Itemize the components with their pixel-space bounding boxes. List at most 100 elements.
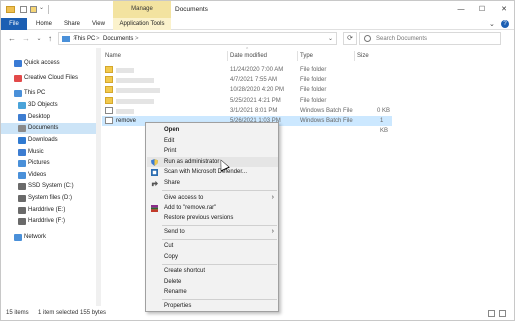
maximize-button[interactable]: ☐ [474,1,490,18]
menu-item-send-to[interactable]: Send to › [147,227,278,237]
sidebar-item-quick-access[interactable]: Quick access [1,58,96,69]
menu-item-label: Delete [164,279,182,285]
sidebar-item-drive-d[interactable]: System files (D:) [1,193,96,204]
menu-item-run-as-administrator[interactable]: Run as administrator [147,157,278,167]
redacted-name [116,88,160,93]
breadcrumb-separator[interactable]: > [96,33,100,45]
column-header-name[interactable]: Name [105,51,121,61]
sidebar-item-drive-f[interactable]: Harddrive (F:) [1,216,96,227]
table-row[interactable]: 11/24/2020 7:00 AM File folder [102,65,392,75]
breadcrumb-separator-end[interactable]: > [135,33,139,45]
quick-access-dropdown-icon[interactable]: ⌄ [39,4,44,11]
table-row[interactable]: 3/1/2021 8:01 PM Windows Batch File 0 KB [102,106,392,116]
cube-icon [18,102,26,109]
menu-item-label: Print [164,148,177,154]
table-row[interactable]: 10/28/2020 4:20 PM File folder [102,85,392,95]
sidebar-item-desktop[interactable]: Desktop [1,112,96,123]
ribbon-tabs: File Home Share View Application Tools ⌄… [1,18,514,30]
forward-button[interactable]: → [21,34,31,44]
sidebar-item-3d-objects[interactable]: 3D Objects [1,100,96,111]
breadcrumb-this-pc[interactable]: This PC [74,33,95,45]
menu-item-scan-defender[interactable]: Scan with Microsoft Defender... [147,167,278,177]
menu-item-give-access[interactable]: Give access to › [147,193,278,203]
details-view-icon[interactable] [488,310,495,317]
large-icons-view-icon[interactable] [499,310,506,317]
close-button[interactable]: ✕ [496,1,512,18]
menu-item-properties[interactable]: Properties [147,301,278,311]
video-icon [18,172,26,179]
column-header-size[interactable]: Size [357,51,369,61]
search-input[interactable]: Search Documents [359,32,501,45]
table-row[interactable]: 4/7/2021 7:55 AM File folder [102,75,392,85]
tab-view[interactable]: View [92,18,105,30]
batch-file-icon [105,117,113,124]
column-header-date[interactable]: Date modified [230,51,267,61]
item-count: 15 items [6,310,29,316]
search-icon [364,35,371,42]
sidebar-item-drive-e[interactable]: Harddrive (E:) [1,205,96,216]
sidebar-item-pictures[interactable]: Pictures [1,158,96,169]
desktop-icon [18,114,26,121]
menu-item-create-shortcut[interactable]: Create shortcut [147,266,278,276]
menu-item-rename[interactable]: Rename [147,287,278,297]
menu-item-label: Edit [164,138,175,144]
sidebar-item-label: This PC [24,90,46,96]
menu-item-restore-versions[interactable]: Restore previous versions [147,213,278,223]
menu-item-edit[interactable]: Edit [147,136,278,146]
tab-file[interactable]: File [1,18,27,30]
sidebar-scrollbar[interactable] [96,48,101,306]
column-header-type[interactable]: Type [300,51,313,61]
recent-locations-button[interactable]: ⌄ [34,34,44,44]
sidebar-item-documents[interactable]: Documents [1,123,96,134]
tab-home[interactable]: Home [36,18,52,30]
menu-item-cut[interactable]: Cut [147,241,278,251]
sidebar-item-label: Network [24,234,47,240]
music-icon [18,149,26,156]
minimize-button[interactable]: — [453,1,469,18]
folder-icon [6,6,15,13]
address-dropdown-icon[interactable]: ⌄ [328,33,333,45]
tab-application-tools[interactable]: Application Tools [113,18,171,30]
menu-separator [162,239,277,240]
sidebar-item-videos[interactable]: Videos [1,170,96,181]
date-cell: 10/28/2020 4:20 PM [230,87,285,93]
up-button[interactable]: ↑ [45,34,55,44]
menu-item-print[interactable]: Print [147,146,278,156]
star-icon [14,60,22,67]
sidebar-item-network[interactable]: Network [1,232,96,243]
type-cell: File folder [300,77,327,83]
computer-icon [14,90,22,97]
menu-item-open[interactable]: Open [147,125,278,135]
new-folder-quick-icon[interactable] [30,6,37,13]
sidebar-item-music[interactable]: Music [1,147,96,158]
menu-item-add-rar[interactable]: Add to "remove.rar" [147,203,278,213]
sidebar-item-this-pc[interactable]: This PC [1,88,96,99]
refresh-button[interactable]: ⟳ [343,32,357,45]
sidebar-item-drive-c[interactable]: SSD System (C:) [1,181,96,192]
network-icon [14,234,22,241]
column-divider[interactable] [297,51,298,61]
sidebar-item-creative-cloud[interactable]: Creative Cloud Files [1,73,96,84]
manage-tab[interactable]: Manage [113,1,171,18]
sidebar-item-label: Videos [28,172,47,178]
column-divider[interactable] [227,51,228,61]
menu-separator [162,264,277,265]
redacted-name [116,68,134,73]
menu-item-share[interactable]: Share [147,178,278,188]
help-icon[interactable]: ? [501,20,509,28]
sidebar-item-downloads[interactable]: Downloads [1,135,96,146]
ribbon-collapse-icon[interactable]: ⌄ [489,20,495,28]
column-divider[interactable] [354,51,355,61]
address-bar[interactable]: > This PC > Documents > ⌄ [58,32,337,45]
properties-quick-icon[interactable] [20,6,27,13]
breadcrumb-documents[interactable]: Documents [103,33,133,45]
menu-item-label: Send to [164,229,185,235]
table-row[interactable]: 5/25/2021 4:21 PM File folder [102,96,392,106]
back-button[interactable]: ← [7,34,17,44]
tab-share[interactable]: Share [64,18,80,30]
menu-separator [162,190,277,191]
title-bar: ⌄ Manage Documents — ☐ ✕ [1,1,514,18]
menu-item-copy[interactable]: Copy [147,252,278,262]
menu-item-delete[interactable]: Delete [147,277,278,287]
file-explorer-window: ⌄ Manage Documents — ☐ ✕ File Home Share… [0,0,515,321]
